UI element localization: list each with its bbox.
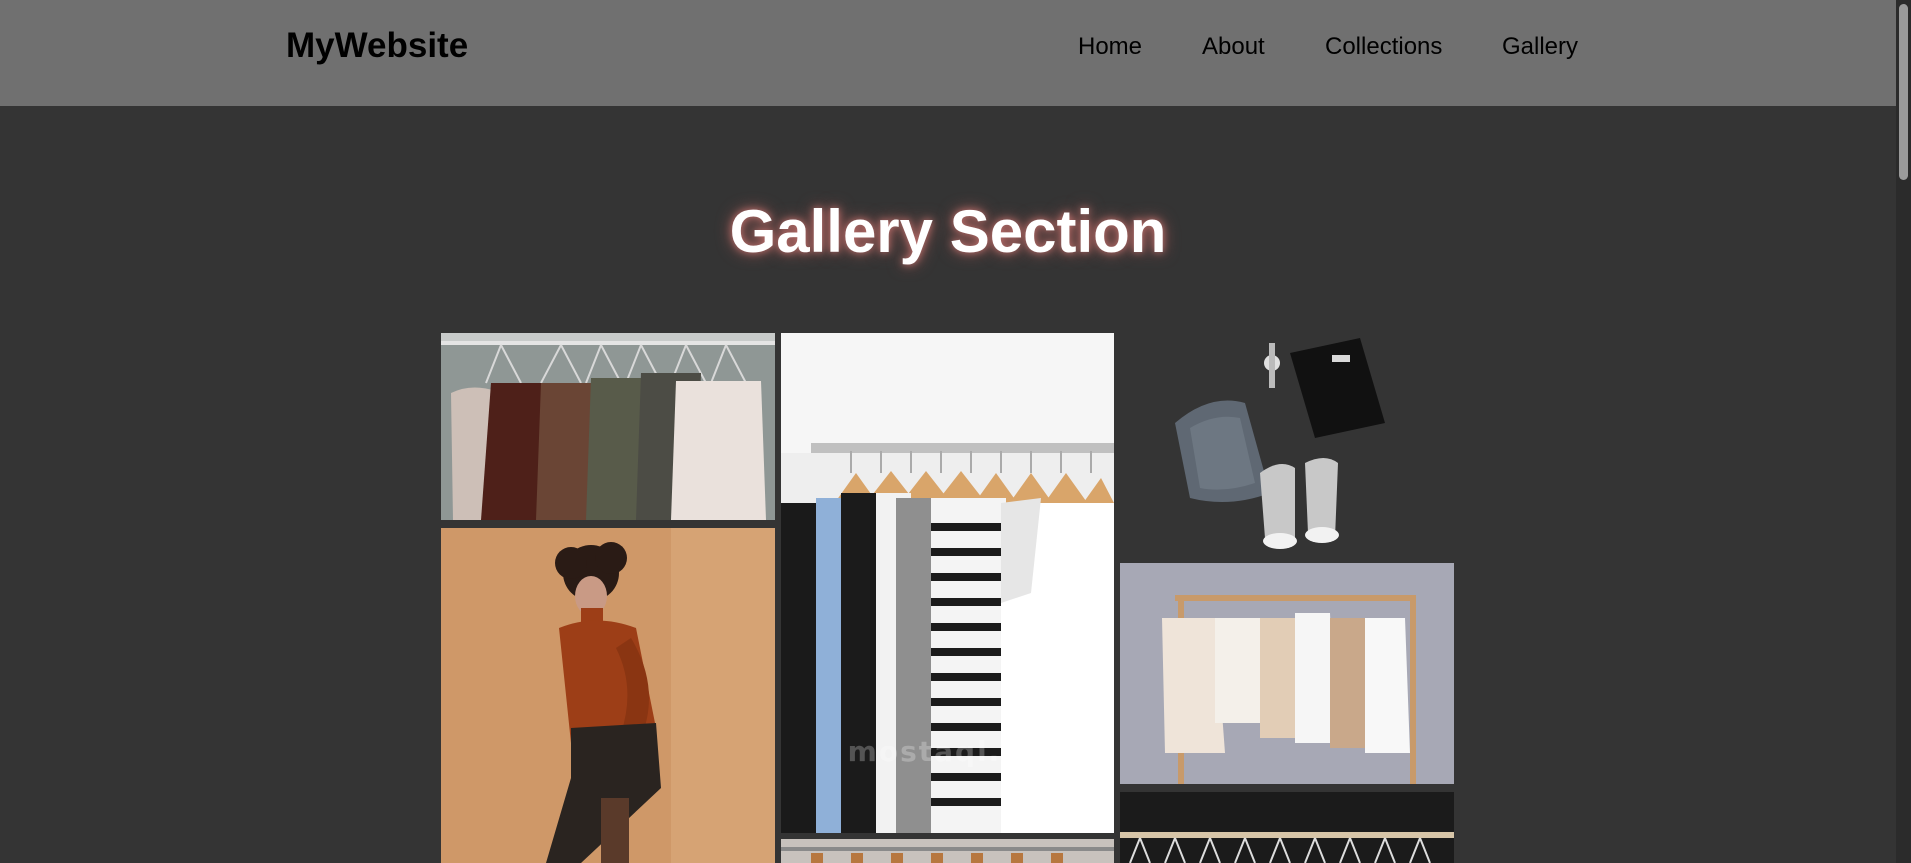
nav-gallery-link[interactable]: Gallery (1502, 33, 1578, 61)
nav-collections-link[interactable]: Collections (1325, 33, 1442, 61)
gallery-image-jackets[interactable] (441, 333, 775, 520)
page-scrollbar[interactable] (1896, 0, 1911, 863)
main-nav: Home About Collections Gallery (0, 33, 1911, 63)
nav-about-link[interactable]: About (1202, 33, 1265, 61)
gallery-watermark: mostaql.com (847, 735, 1073, 768)
site-header: MyWebsite Home About Collections Gallery (0, 0, 1911, 106)
gallery-section-title: Gallery Section (729, 198, 1167, 265)
gallery-image-neutral-rack[interactable] (1120, 563, 1454, 784)
nav-home-link[interactable]: Home (1078, 33, 1142, 61)
gallery-image-flatlay[interactable] (1120, 333, 1454, 560)
gallery-image-black-rack[interactable] (1120, 792, 1454, 863)
scrollbar-thumb[interactable] (1899, 4, 1908, 180)
gallery-image-man-sweater[interactable] (441, 528, 775, 863)
gallery-image-rack-bottom[interactable] (781, 839, 1114, 863)
